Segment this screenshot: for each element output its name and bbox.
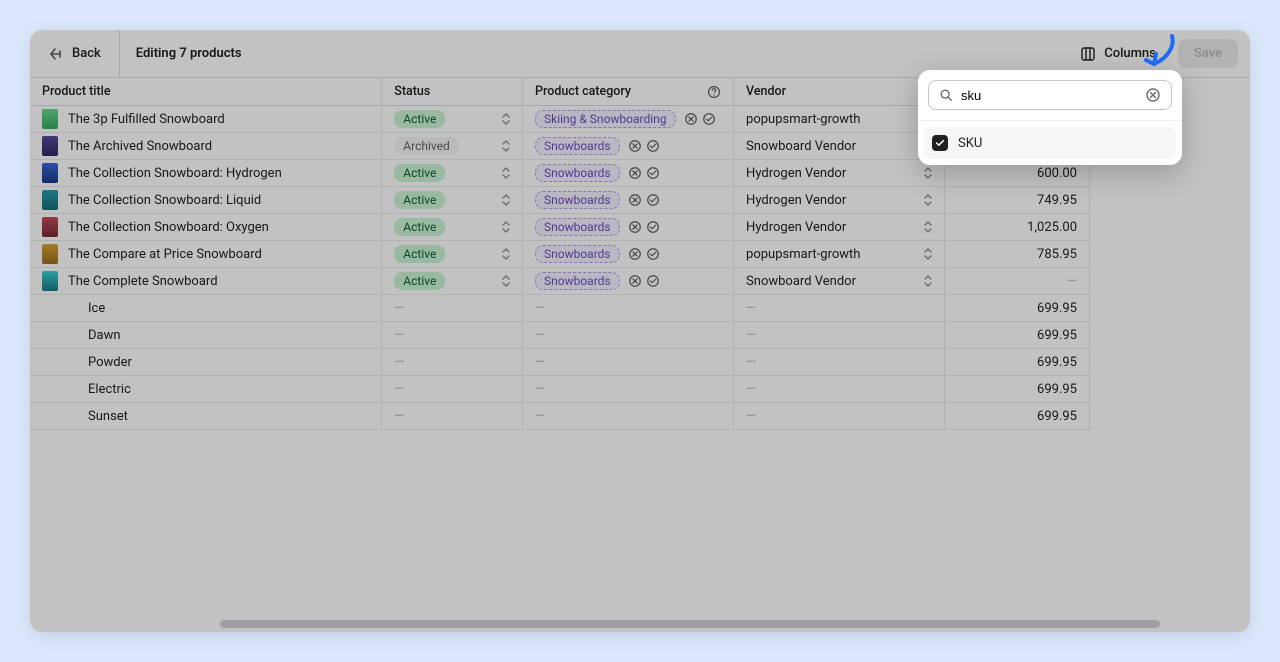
clear-search-button[interactable] <box>1145 87 1161 103</box>
search-input[interactable] <box>961 88 1137 103</box>
bulk-editor-window: Back Editing 7 products Columns Save Pro… <box>30 30 1250 632</box>
clear-icon <box>1145 87 1161 103</box>
search-icon <box>939 88 953 102</box>
columns-popover: SKU <box>918 70 1182 165</box>
check-icon <box>935 138 945 148</box>
search-field[interactable] <box>928 80 1172 110</box>
checkbox-checked[interactable] <box>932 135 948 151</box>
annotation-arrow-icon <box>1142 34 1180 74</box>
popover-search-wrap <box>918 70 1182 121</box>
column-option-label: SKU <box>958 136 982 151</box>
popover-options: SKU <box>918 121 1182 165</box>
column-option-sku[interactable]: SKU <box>924 127 1176 159</box>
